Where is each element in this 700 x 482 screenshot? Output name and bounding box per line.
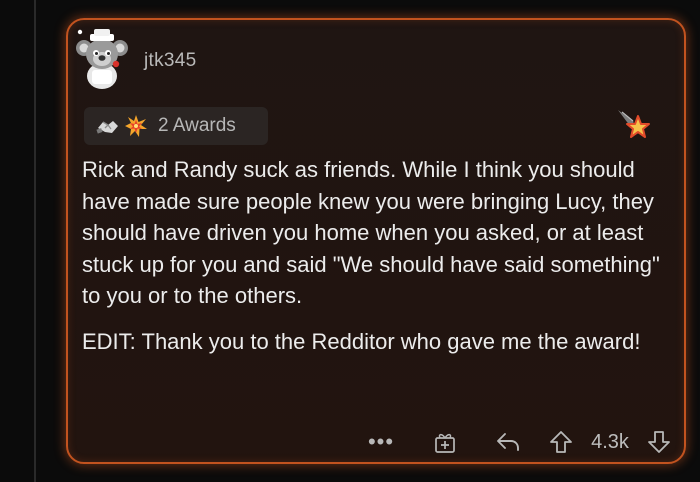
comment-thread-view: jtk345 2 Awards Rick and Randy suck as f… [0,0,700,482]
vote-score: 4.3k [591,430,629,453]
comment-paragraph: Rick and Randy suck as friends. While I … [82,157,660,308]
upvote-button[interactable] [546,424,576,460]
awards-pill[interactable]: 2 Awards [84,107,268,145]
explosion-award-icon [124,114,148,138]
gift-icon [435,433,455,453]
highlighted-comment-card: jtk345 2 Awards Rick and Randy suck as f… [66,18,686,464]
reply-button[interactable] [492,424,524,460]
handshake-award-icon [96,114,120,138]
downvote-arrow-icon [648,431,670,453]
username[interactable]: jtk345 [144,50,197,72]
shooting-star-icon [616,108,652,144]
awards-count-label: 2 Awards [158,115,236,136]
comment-body: Rick and Randy suck as friends. While I … [82,154,662,357]
koala-avatar-icon [76,29,128,89]
reply-icon [497,433,519,451]
downvote-button[interactable] [644,424,674,460]
user-avatar[interactable] [76,26,128,90]
give-award-button[interactable] [430,424,460,460]
thread-line[interactable] [34,0,36,482]
upvote-arrow-icon [550,431,572,453]
comment-edit-paragraph: EDIT: Thank you to the Redditor who gave… [82,328,641,354]
comment-action-bar: ••• 4.3k [68,424,688,460]
more-options-button[interactable]: ••• [366,424,396,460]
